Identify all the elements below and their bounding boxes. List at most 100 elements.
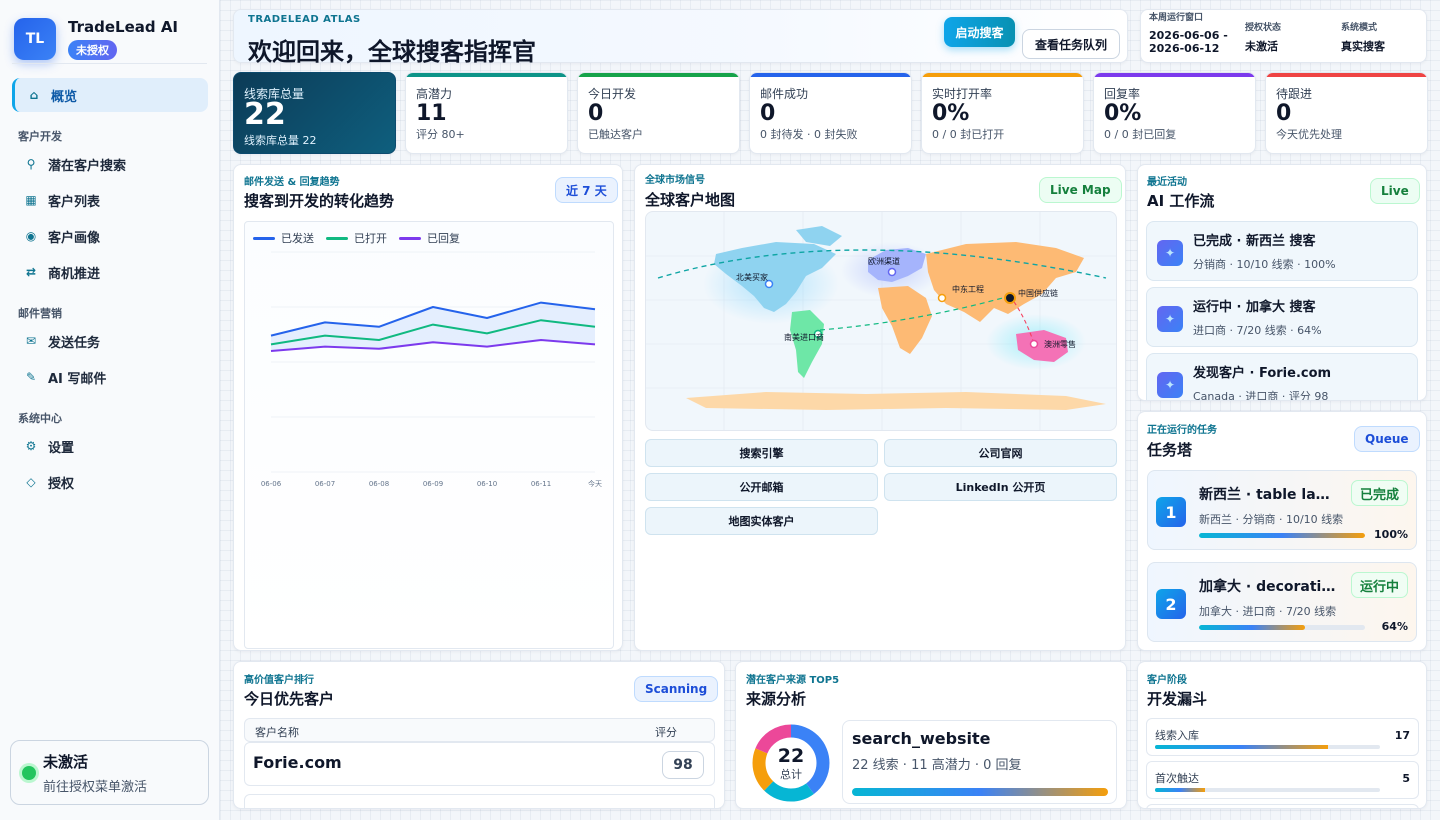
funnel-title: 开发漏斗 [1147, 690, 1208, 708]
stat-card-follow-up[interactable]: 待跟进 0 今天优先处理 [1265, 72, 1428, 154]
stat-accent-bar [922, 73, 1083, 77]
status-badge: 已完成 [1350, 480, 1408, 506]
view-queue-button[interactable]: 查看任务队列 [1022, 29, 1120, 59]
marker-au [1029, 339, 1039, 349]
live-button[interactable]: Live [1370, 178, 1420, 204]
stat-value: 0 [588, 101, 604, 126]
start-search-button[interactable]: 启动搜客 [944, 17, 1015, 47]
trend-title: 搜客到开发的转化趋势 [244, 192, 395, 210]
nav-item-customer-list[interactable]: ▦ 客户列表 [12, 183, 208, 217]
app-logo: TL [14, 18, 56, 60]
activity-item-subtitle: Canada · 进口商 · 评分 98 [1193, 390, 1329, 401]
activity-item-subtitle: 分销商 · 10/10 线索 · 100% [1193, 258, 1336, 271]
column-header-score: 评分 [655, 726, 677, 739]
nav-item-settings[interactable]: ⚙ 设置 [12, 429, 208, 463]
scanning-button[interactable]: Scanning [634, 676, 719, 702]
trend-chart-area: 已发送 已打开 已回复 06-06 06-07 06-08 06-09 06-10 06-… [244, 221, 614, 649]
queue-button[interactable]: Queue [1354, 426, 1420, 452]
source-title: 来源分析 [746, 690, 807, 708]
funnel-stage[interactable] [1146, 804, 1419, 808]
task-item[interactable]: 2 加拿大 · decorative... 运行中 加拿大 · 进口商 · 7/… [1147, 562, 1417, 642]
live-map-button[interactable]: Live Map [1039, 177, 1122, 203]
source-detail-card[interactable]: search_website 22 线索 · 11 高潜力 · 0 回复 [842, 720, 1117, 804]
source-chip-company-site[interactable]: 公司官网 [884, 439, 1117, 467]
nav-item-pipeline[interactable]: ⇄ 商机推进 [12, 255, 208, 289]
map-kicker: 全球市场信号 [645, 175, 705, 186]
license-status-box[interactable]: 未激活 前往授权菜单激活 [10, 740, 209, 805]
table-header: 客户名称 评分 [244, 718, 715, 742]
stat-card-open-rate[interactable]: 实时打开率 0% 0 / 0 封已打开 [921, 72, 1084, 154]
nav-item-lead-search[interactable]: ⚲ 潜在客户搜索 [12, 147, 208, 181]
task-item[interactable]: 1 新西兰 · table lamp... 已完成 新西兰 · 分销商 · 10… [1147, 470, 1417, 550]
gear-icon: ⚙ [25, 439, 37, 453]
funnel-stage-bar [1155, 788, 1380, 792]
activity-item[interactable]: ✦ 发现客户 · Forie.com Canada · 进口商 · 评分 98 [1146, 353, 1418, 401]
stat-card-high-potential[interactable]: 高潜力 11 评分 80+ [405, 72, 568, 154]
funnel-stage-fill [1155, 788, 1205, 792]
stat-card-total-leads[interactable]: 线索库总量 22 线索库总量 22 [233, 72, 396, 154]
system-mode: 系统模式 真实搜客 [1341, 20, 1385, 53]
map-label-sa: 南美进口商 [784, 332, 824, 342]
task-progress-percent: 100% [1374, 528, 1408, 541]
source-chip-search-engine[interactable]: 搜索引擎 [645, 439, 878, 467]
stat-value: 0% [932, 101, 970, 126]
nav-section-dev: 客户开发 [18, 130, 62, 143]
table-row[interactable]: Forie.com 98 [244, 742, 715, 786]
key-search-icon: ⚲ [26, 157, 36, 171]
stat-card-today-dev[interactable]: 今日开发 0 已触达客户 [577, 72, 740, 154]
nav-label: 设置 [48, 440, 75, 456]
priority-title: 今日优先客户 [244, 690, 335, 708]
source-stats: 22 线索 · 11 高潜力 · 0 回复 [852, 758, 1022, 773]
range-7d-button[interactable]: 近 7 天 [555, 177, 618, 203]
donut-total-label: 总计 [780, 767, 802, 781]
task-tower-card: 正在运行的任务 任务塔 Queue 1 新西兰 · table lamp... … [1137, 411, 1427, 651]
funnel-card: 客户阶段 开发漏斗 线索入库 17 首次触达 5 [1137, 661, 1427, 809]
stat-label: 高潜力 [416, 87, 453, 101]
stat-label: 实时打开率 [932, 87, 993, 101]
marker-eu [887, 267, 897, 277]
stat-card-reply-rate[interactable]: 回复率 0% 0 / 0 封已回复 [1093, 72, 1256, 154]
priority-kicker: 高价值客户排行 [244, 675, 314, 686]
auth-status: 授权状态 未激活 [1245, 20, 1281, 53]
stat-value: 0 [1276, 101, 1292, 126]
stat-card-mail-success[interactable]: 邮件成功 0 0 封待发 · 0 封失败 [749, 72, 912, 154]
x-tick-label: 06-07 [315, 480, 335, 488]
activity-title: AI 工作流 [1147, 192, 1215, 210]
south-america-shape [790, 310, 824, 378]
sparkle-icon: ✦ [1157, 372, 1183, 398]
world-map[interactable]: 北美买家 欧洲渠道 中东工程 中国供应链 南美进口商 澳洲零售 [645, 211, 1117, 431]
auth-status-label: 授权状态 [1245, 23, 1282, 33]
license-badge: 未授权 [68, 40, 117, 60]
trend-kicker: 邮件发送 & 回复趋势 [244, 177, 340, 188]
funnel-stage-count: 5 [1402, 772, 1410, 785]
nav-item-customer-profile[interactable]: ◉ 客户画像 [12, 219, 208, 253]
donut-total: 22 [778, 745, 804, 767]
funnel-stage[interactable]: 首次触达 5 [1146, 761, 1419, 799]
map-title: 全球客户地图 [645, 191, 736, 209]
nav-item-license[interactable]: ◇ 授权 [12, 465, 208, 499]
source-chip-linkedin[interactable]: LinkedIn 公开页 [884, 473, 1117, 501]
activity-item-subtitle: 进口商 · 7/20 线索 · 64% [1193, 324, 1322, 337]
page-title: 欢迎回来，全球搜客指挥官 [248, 38, 536, 66]
trend-chart-svg: 06-06 06-07 06-08 06-09 06-10 06-11 今天 [261, 251, 602, 488]
table-row[interactable] [244, 794, 715, 808]
nav-item-ai-writer[interactable]: ✎ AI 写邮件 [12, 360, 208, 394]
task-progress-percent: 64% [1381, 620, 1408, 633]
source-chip-map-business[interactable]: 地图实体客户 [645, 507, 878, 535]
nav-item-overview[interactable]: ⌂ 概览 [12, 78, 208, 112]
nav-label: 客户列表 [48, 194, 101, 210]
task-number: 2 [1156, 589, 1186, 619]
hero-kicker: TRADELEAD ATLAS [248, 14, 361, 25]
activity-item[interactable]: ✦ 已完成 · 新西兰 搜客 分销商 · 10/10 线索 · 100% [1146, 221, 1418, 281]
funnel-stage-count: 17 [1394, 729, 1410, 742]
source-chip-public-email[interactable]: 公开邮箱 [645, 473, 878, 501]
column-header-name: 客户名称 [255, 726, 299, 739]
activity-item[interactable]: ✦ 运行中 · 加拿大 搜客 进口商 · 7/20 线索 · 64% [1146, 287, 1418, 347]
brand: TL TradeLead AI 未授权 [14, 18, 178, 60]
task-progress-fill [1199, 533, 1365, 538]
nav-item-send-tasks[interactable]: ✉ 发送任务 [12, 324, 208, 358]
stat-subtext: 评分 80+ [416, 128, 465, 141]
stat-label: 邮件成功 [760, 87, 809, 101]
funnel-stage[interactable]: 线索入库 17 [1146, 718, 1419, 756]
task-item-title: 新西兰 · table lamp... [1199, 487, 1339, 503]
